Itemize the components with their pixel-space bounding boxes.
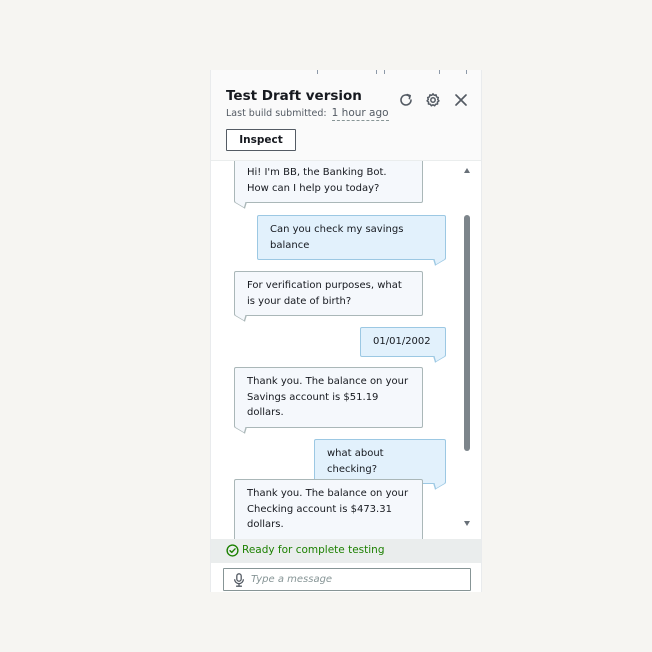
user-message: 01/01/2002 [360, 327, 446, 363]
close-icon[interactable] [453, 92, 469, 108]
message-text: Can you check my savings balance [270, 224, 404, 251]
message-input[interactable] [251, 571, 466, 588]
scroll-down-arrow-icon[interactable] [464, 521, 470, 526]
microphone-icon[interactable] [233, 573, 245, 587]
settings-icon[interactable] [425, 92, 441, 108]
last-build-time-link[interactable]: 1 hour ago [331, 107, 389, 121]
top-tab-stub [466, 70, 481, 74]
message-text: what about checking? [327, 448, 384, 475]
bot-message: For verification purposes, what is your … [234, 271, 423, 322]
bubble-tail [433, 350, 445, 363]
panel-header: Test Draft version Last build submitted:… [211, 70, 481, 161]
top-tab-stub [317, 70, 377, 74]
refresh-icon[interactable] [398, 92, 414, 108]
last-build-label: Last build submitted: [226, 108, 327, 119]
panel-title: Test Draft version [226, 88, 362, 104]
chat-transcript[interactable]: Hi! I'm BB, the Banking Bot. How can I h… [211, 161, 481, 539]
status-text: Ready for complete testing [242, 544, 385, 556]
bubble-tail [235, 421, 247, 434]
bubble-tail [235, 310, 247, 322]
bot-message: Hi! I'm BB, the Banking Bot. How can I h… [234, 161, 423, 209]
bubble-tail [433, 254, 445, 266]
message-text: Thank you. The balance on your Savings a… [247, 376, 409, 418]
check-circle-icon [226, 544, 239, 557]
bubble-tail [433, 478, 445, 490]
scrollbar-thumb[interactable] [464, 215, 470, 451]
bubble-tail [235, 197, 247, 209]
message-text: Thank you. The balance on your Checking … [247, 488, 409, 530]
message-text: Hi! I'm BB, the Banking Bot. How can I h… [247, 167, 387, 194]
status-bar: Ready for complete testing [211, 539, 481, 563]
bot-message: Thank you. The balance on your Savings a… [234, 367, 423, 434]
scroll-up-arrow-icon[interactable] [464, 168, 470, 173]
test-chat-panel: Test Draft version Last build submitted:… [210, 70, 482, 592]
bot-message: Thank you. The balance on your Checking … [234, 479, 423, 539]
user-message: what about checking? [314, 439, 446, 490]
message-text: 01/01/2002 [373, 336, 431, 347]
last-build-info: Last build submitted: 1 hour ago [226, 107, 389, 121]
message-text: For verification purposes, what is your … [247, 280, 402, 307]
top-tab-stub [384, 70, 440, 74]
message-input-row[interactable] [223, 568, 471, 591]
chat-scrollbar[interactable] [462, 161, 472, 539]
user-message: Can you check my savings balance [257, 215, 446, 266]
inspect-button[interactable]: Inspect [226, 129, 296, 151]
